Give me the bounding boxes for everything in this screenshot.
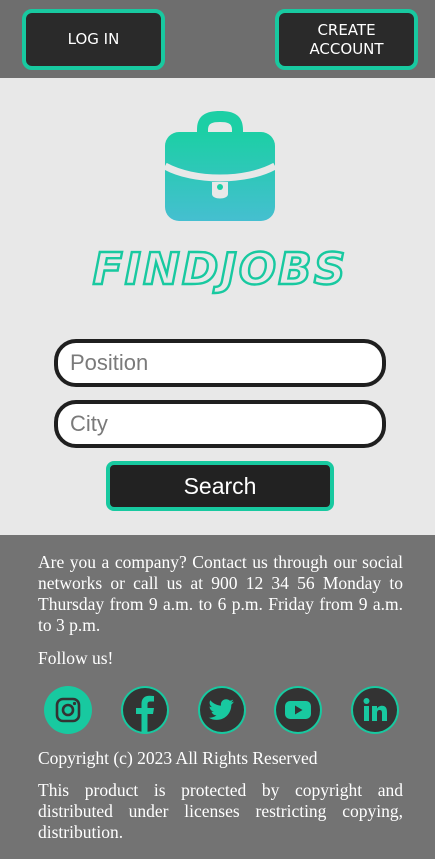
linkedin-icon[interactable] (351, 686, 399, 734)
briefcase-icon (164, 111, 276, 221)
follow-label: Follow us! (38, 648, 114, 668)
twitter-icon[interactable] (197, 686, 246, 734)
city-field[interactable] (54, 400, 386, 448)
instagram-icon[interactable] (44, 686, 92, 734)
city-input[interactable] (70, 411, 370, 437)
footer: Are you a company? Contact us through ou… (0, 535, 435, 859)
legal-text: This product is protected by copyright a… (38, 780, 403, 842)
login-button[interactable]: LOG IN (22, 9, 165, 70)
position-field[interactable] (54, 339, 386, 387)
search-button[interactable]: Search (106, 461, 334, 511)
social-links (44, 686, 399, 734)
youtube-icon[interactable] (274, 686, 323, 734)
contact-text: Are you a company? Contact us through ou… (38, 552, 403, 635)
brand-wordmark: FINDJOBS (91, 243, 348, 296)
facebook-icon[interactable] (120, 686, 169, 734)
top-bar: LOG IN CREATE ACCOUNT (0, 0, 435, 78)
brand-name: FINDJOBS (93, 244, 348, 295)
copyright-text: Copyright (c) 2023 All Rights Reserved (38, 748, 318, 768)
position-input[interactable] (70, 350, 370, 376)
create-account-button[interactable]: CREATE ACCOUNT (275, 9, 418, 70)
